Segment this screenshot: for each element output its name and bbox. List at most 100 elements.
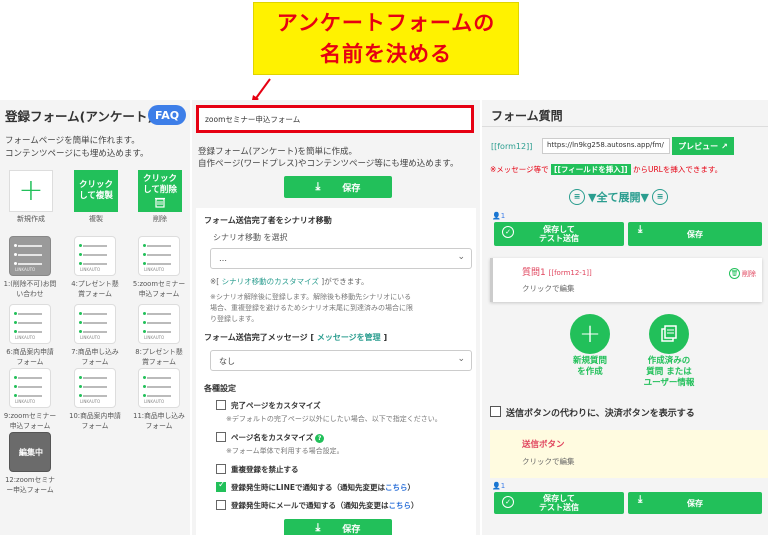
settings-title: 各種設定	[204, 384, 236, 393]
settings-description: 登録フォーム(アンケート)を簡単に作成。 自作ページ(ワードプレス)やコンテンツ…	[198, 147, 459, 169]
save-button-bottom[interactable]: ⤓ 保存	[284, 519, 392, 535]
trash-icon: 🗑	[729, 268, 740, 279]
user-count: 👤1	[492, 482, 506, 490]
divider	[482, 126, 768, 127]
customize-pagename-note: ※フォーム単体で利用する場合設定。	[226, 447, 344, 455]
question-card[interactable]: 質問1 [[form12-1]] クリックで編集 🗑 削除	[490, 258, 762, 302]
customize-pagename-checkbox[interactable]	[216, 432, 226, 442]
form-name-input[interactable]: zoomセミナー申込フォーム	[196, 105, 474, 133]
check-circle-icon: ✓	[502, 496, 514, 508]
scenario-note: ※[ シナリオ移動のカスタマイズ ]ができます。	[210, 277, 369, 286]
customize-complete-checkbox[interactable]	[216, 400, 226, 410]
customize-complete-note: ※デフォルトの完了ページ以外にしたい場合、以下で指定ください。	[226, 415, 442, 423]
form-tile[interactable]: LINKAUTO	[74, 368, 116, 408]
tile-brand-label: LINKAUTO	[80, 267, 101, 272]
tile-brand-label: LINKAUTO	[15, 267, 36, 272]
plus-icon: +	[18, 173, 44, 208]
download-icon: ⤓	[315, 180, 321, 193]
copy-label: 複製	[89, 215, 103, 223]
tile-brand-label: LINKAUTO	[144, 267, 165, 272]
save-button[interactable]: ⤓ 保存	[284, 176, 392, 198]
tile-brand-label: LINKAUTO	[144, 399, 165, 404]
form-tile[interactable]: LINKAUTO	[138, 304, 180, 344]
save-button[interactable]: ⤓ 保存	[628, 222, 762, 246]
customize-pagename-label: ページ名をカスタマイズ?	[231, 432, 325, 443]
expand-all-button[interactable]: ≡ ▼全て展開▼ ≡	[566, 189, 671, 205]
form-tile-caption: 11:商品申し込み フォーム	[133, 412, 185, 430]
form-tile-caption: 1:(削除不可)お問 い合わせ	[3, 280, 57, 298]
form-tile[interactable]: 編集中	[9, 432, 51, 472]
line-notify-checkbox[interactable]	[216, 480, 226, 492]
tile-brand-label: LINKAUTO	[15, 399, 36, 404]
check-circle-icon: ✓	[502, 226, 514, 238]
form-tile[interactable]: LINKAUTO	[138, 368, 180, 408]
existing-question-label: 作成済みの 質問 または ユーザー情報	[643, 356, 695, 388]
scenario-sub: シナリオ移動 を選択	[213, 233, 288, 242]
faq-button[interactable]: FAQ	[148, 105, 186, 125]
form-tile[interactable]: LINKAUTO	[74, 304, 116, 344]
options-card: フォーム送信完了者をシナリオ移動 シナリオ移動 を選択 … ⌄ ※[ シナリオ移動…	[196, 208, 476, 535]
form-url-field[interactable]: https://ln9kg258.autosns.app/fm/	[542, 138, 670, 154]
mail-notify-checkbox[interactable]	[216, 500, 226, 510]
form-tile-caption: 9:zoomセミナー 申込フォーム	[3, 412, 57, 430]
save-and-test-button-bottom[interactable]: ✓ 保存して テスト送信	[494, 492, 624, 514]
question-title: 質問1 [[form12-1]]	[522, 268, 592, 278]
external-link-icon: ↗	[721, 141, 728, 151]
copy-icon	[661, 325, 677, 342]
form-tile-caption: 7:商品申し込み フォーム	[71, 348, 119, 366]
tile-brand-label: LINKAUTO	[15, 335, 36, 340]
send-button-card[interactable]: 送信ボタン クリックで編集	[490, 430, 768, 478]
form-tag: [[form12]]	[491, 142, 533, 151]
new-question-button[interactable]: +	[570, 314, 610, 354]
callout-line1: アンケートフォームの	[276, 10, 496, 35]
preview-button[interactable]: プレビュー ↗	[672, 137, 734, 155]
customize-complete-label: 完了ページをカスタマイズ	[231, 401, 321, 410]
message-select[interactable]: なし ⌄	[210, 350, 472, 371]
form-tile-caption: 4:プレゼント懸 賞フォーム	[71, 280, 119, 298]
manage-message-link[interactable]: メッセージを管理	[317, 333, 381, 342]
payment-button-label: 送信ボタンの代わりに、決済ボタンを表示する	[506, 409, 695, 419]
save-button-bottom[interactable]: ⤓ 保存	[628, 492, 762, 514]
form-tile[interactable]: LINKAUTO	[9, 304, 51, 344]
mail-notify-link[interactable]: こちら	[389, 501, 412, 510]
line-notify-label: 登録発生時にLINEで通知する（通知先変更はこちら）	[231, 483, 415, 492]
payment-button-checkbox[interactable]	[490, 406, 501, 417]
trash-icon	[155, 197, 165, 208]
annotation-callout: アンケートフォームの 名前を決める	[253, 2, 519, 75]
insert-note: ※メッセージ等で [[フィールドを挿入]] からURLを挿入できます。	[490, 164, 723, 175]
question-delete-button[interactable]: 🗑 削除	[729, 268, 756, 279]
prevent-duplicate-checkbox[interactable]	[216, 464, 226, 474]
existing-question-button[interactable]	[649, 314, 689, 354]
form-list-panel: 登録フォーム(アンケート) FAQ フォームページを簡単に作れます。 コンテンツ…	[0, 100, 190, 535]
tile-brand-label: LINKAUTO	[80, 335, 101, 340]
save-and-test-button[interactable]: ✓ 保存して テスト送信	[494, 222, 624, 246]
form-tile[interactable]: LINKAUTO	[138, 236, 180, 276]
form-tile-caption: 12:zoomセミナ ー申込フォーム	[5, 476, 55, 494]
download-icon: ⤓	[638, 224, 643, 235]
new-form-button[interactable]: +	[9, 170, 53, 212]
send-button-title: 送信ボタン	[522, 440, 565, 450]
question-edit-hint: クリックで編集	[522, 284, 575, 293]
form-settings-panel: zoomセミナー申込フォーム 登録フォーム(アンケート)を簡単に作成。 自作ペー…	[192, 100, 480, 535]
chevron-down-icon: ⌄	[457, 252, 465, 262]
delete-form-button[interactable]: クリック して削除	[138, 170, 182, 212]
form-questions-panel: フォーム質問 [[form12]] https://ln9kg258.autos…	[482, 100, 768, 535]
help-icon[interactable]: ?	[315, 434, 325, 443]
tile-brand-label: LINKAUTO	[144, 335, 165, 340]
message-title: フォーム送信完了メッセージ [ メッセージを管理 ]	[204, 333, 388, 342]
download-icon: ⤓	[315, 521, 321, 534]
new-question-label: 新規質問 を作成	[572, 356, 607, 377]
delete-label: 削除	[153, 215, 167, 223]
form-tile[interactable]: LINKAUTO	[9, 368, 51, 408]
panel-title: 登録フォーム(アンケート)	[5, 109, 154, 124]
form-tile[interactable]: LINKAUTO	[9, 236, 51, 276]
form-tile[interactable]: LINKAUTO	[74, 236, 116, 276]
insert-field-button[interactable]: [[フィールドを挿入]]	[551, 164, 631, 175]
scenario-select[interactable]: … ⌄	[210, 248, 472, 269]
line-notify-link[interactable]: こちら	[385, 483, 408, 492]
plus-icon: +	[579, 319, 601, 349]
scenario-customize-link[interactable]: シナリオ移動のカスタマイズ	[222, 277, 319, 286]
copy-form-button[interactable]: クリック して複製	[74, 170, 118, 212]
list-icon: ≡	[651, 189, 668, 205]
send-button-edit-hint: クリックで編集	[522, 457, 575, 466]
